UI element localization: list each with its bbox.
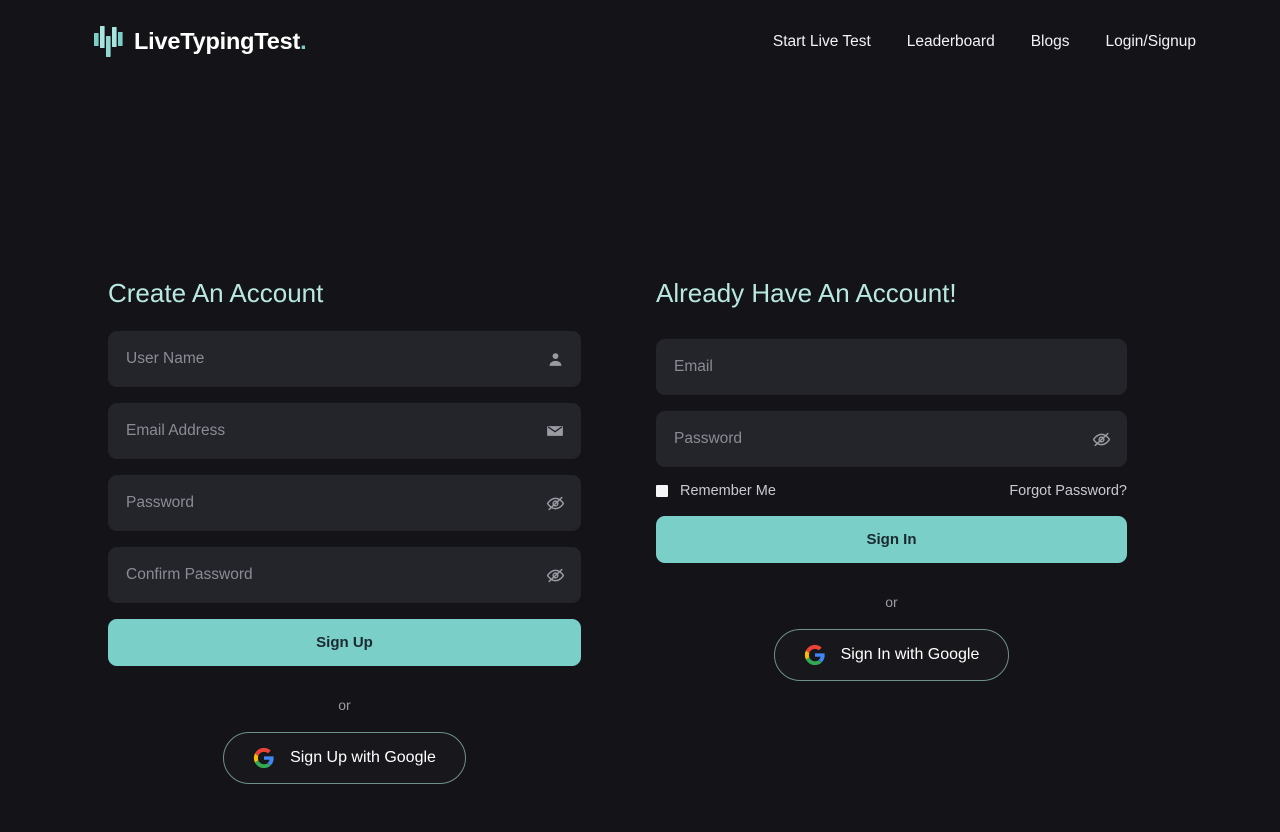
signup-panel: Create An Account User Name Email Addres… (108, 278, 581, 784)
google-icon (253, 747, 274, 769)
username-field[interactable] (108, 331, 581, 387)
forgot-password-link[interactable]: Forgot Password? (1009, 483, 1127, 499)
site-header: LiveTypingTest. Start Live Test Leaderbo… (0, 0, 1280, 88)
signup-signin-page: LiveTypingTest. Start Live Test Leaderbo… (0, 0, 1280, 832)
remember-me-checkbox[interactable] (656, 485, 668, 497)
brand-logo[interactable]: LiveTypingTest. (94, 25, 307, 58)
signin-email-input[interactable] (656, 339, 1127, 395)
nav-item-blogs[interactable]: Blogs (1031, 33, 1070, 51)
brand-dot: . (300, 28, 307, 54)
remember-me-label[interactable]: Remember Me (680, 483, 776, 499)
nav-item-leaderboard[interactable]: Leaderboard (907, 33, 995, 51)
sign-in-button[interactable]: Sign In (656, 516, 1127, 563)
signin-google-wrap: Sign In with Google (656, 629, 1127, 681)
google-icon (804, 644, 825, 666)
nav-item-login-signup[interactable]: Login/Signup (1106, 33, 1197, 51)
main-nav: Start Live Test Leaderboard Blogs Login/… (773, 33, 1196, 51)
eye-off-icon[interactable] (1091, 429, 1111, 449)
signin-or-divider: or (885, 594, 898, 610)
signin-heading: Already Have An Account! (656, 278, 957, 308)
signin-panel: Already Have An Account! Remember Me For… (656, 278, 1127, 681)
email-address-field[interactable] (108, 403, 581, 459)
brand-name-text: LiveTypingTest (134, 28, 301, 54)
remember-row: Remember Me Forgot Password? (656, 483, 1127, 499)
sign-up-button[interactable]: Sign Up (108, 619, 581, 666)
bar-chart-logo-icon (94, 26, 123, 57)
envelope-icon (545, 421, 565, 441)
sign-up-with-google-label: Sign Up with Google (290, 749, 436, 766)
signin-password-field[interactable] (656, 411, 1127, 467)
signup-or-divider: or (338, 697, 351, 713)
sign-in-with-google-label: Sign In with Google (840, 646, 980, 663)
username-input[interactable] (108, 331, 581, 387)
eye-off-icon[interactable] (545, 565, 565, 585)
nav-item-start-live-test[interactable]: Start Live Test (773, 33, 871, 51)
signup-heading: Create An Account (108, 278, 324, 308)
password-field[interactable] (108, 475, 581, 531)
sign-in-with-google-button[interactable]: Sign In with Google (773, 629, 1010, 681)
confirm-password-input[interactable] (108, 547, 581, 603)
password-input[interactable] (108, 475, 581, 531)
signup-google-wrap: Sign Up with Google (108, 732, 581, 784)
brand-name: LiveTypingTest. (134, 28, 307, 55)
email-address-input[interactable] (108, 403, 581, 459)
signin-password-input[interactable] (656, 411, 1127, 467)
sign-up-with-google-button[interactable]: Sign Up with Google (223, 732, 466, 784)
confirm-password-field[interactable] (108, 547, 581, 603)
remember-me-group[interactable]: Remember Me (656, 483, 776, 499)
user-icon (545, 349, 565, 369)
eye-off-icon[interactable] (545, 493, 565, 513)
signin-email-field[interactable] (656, 339, 1127, 395)
